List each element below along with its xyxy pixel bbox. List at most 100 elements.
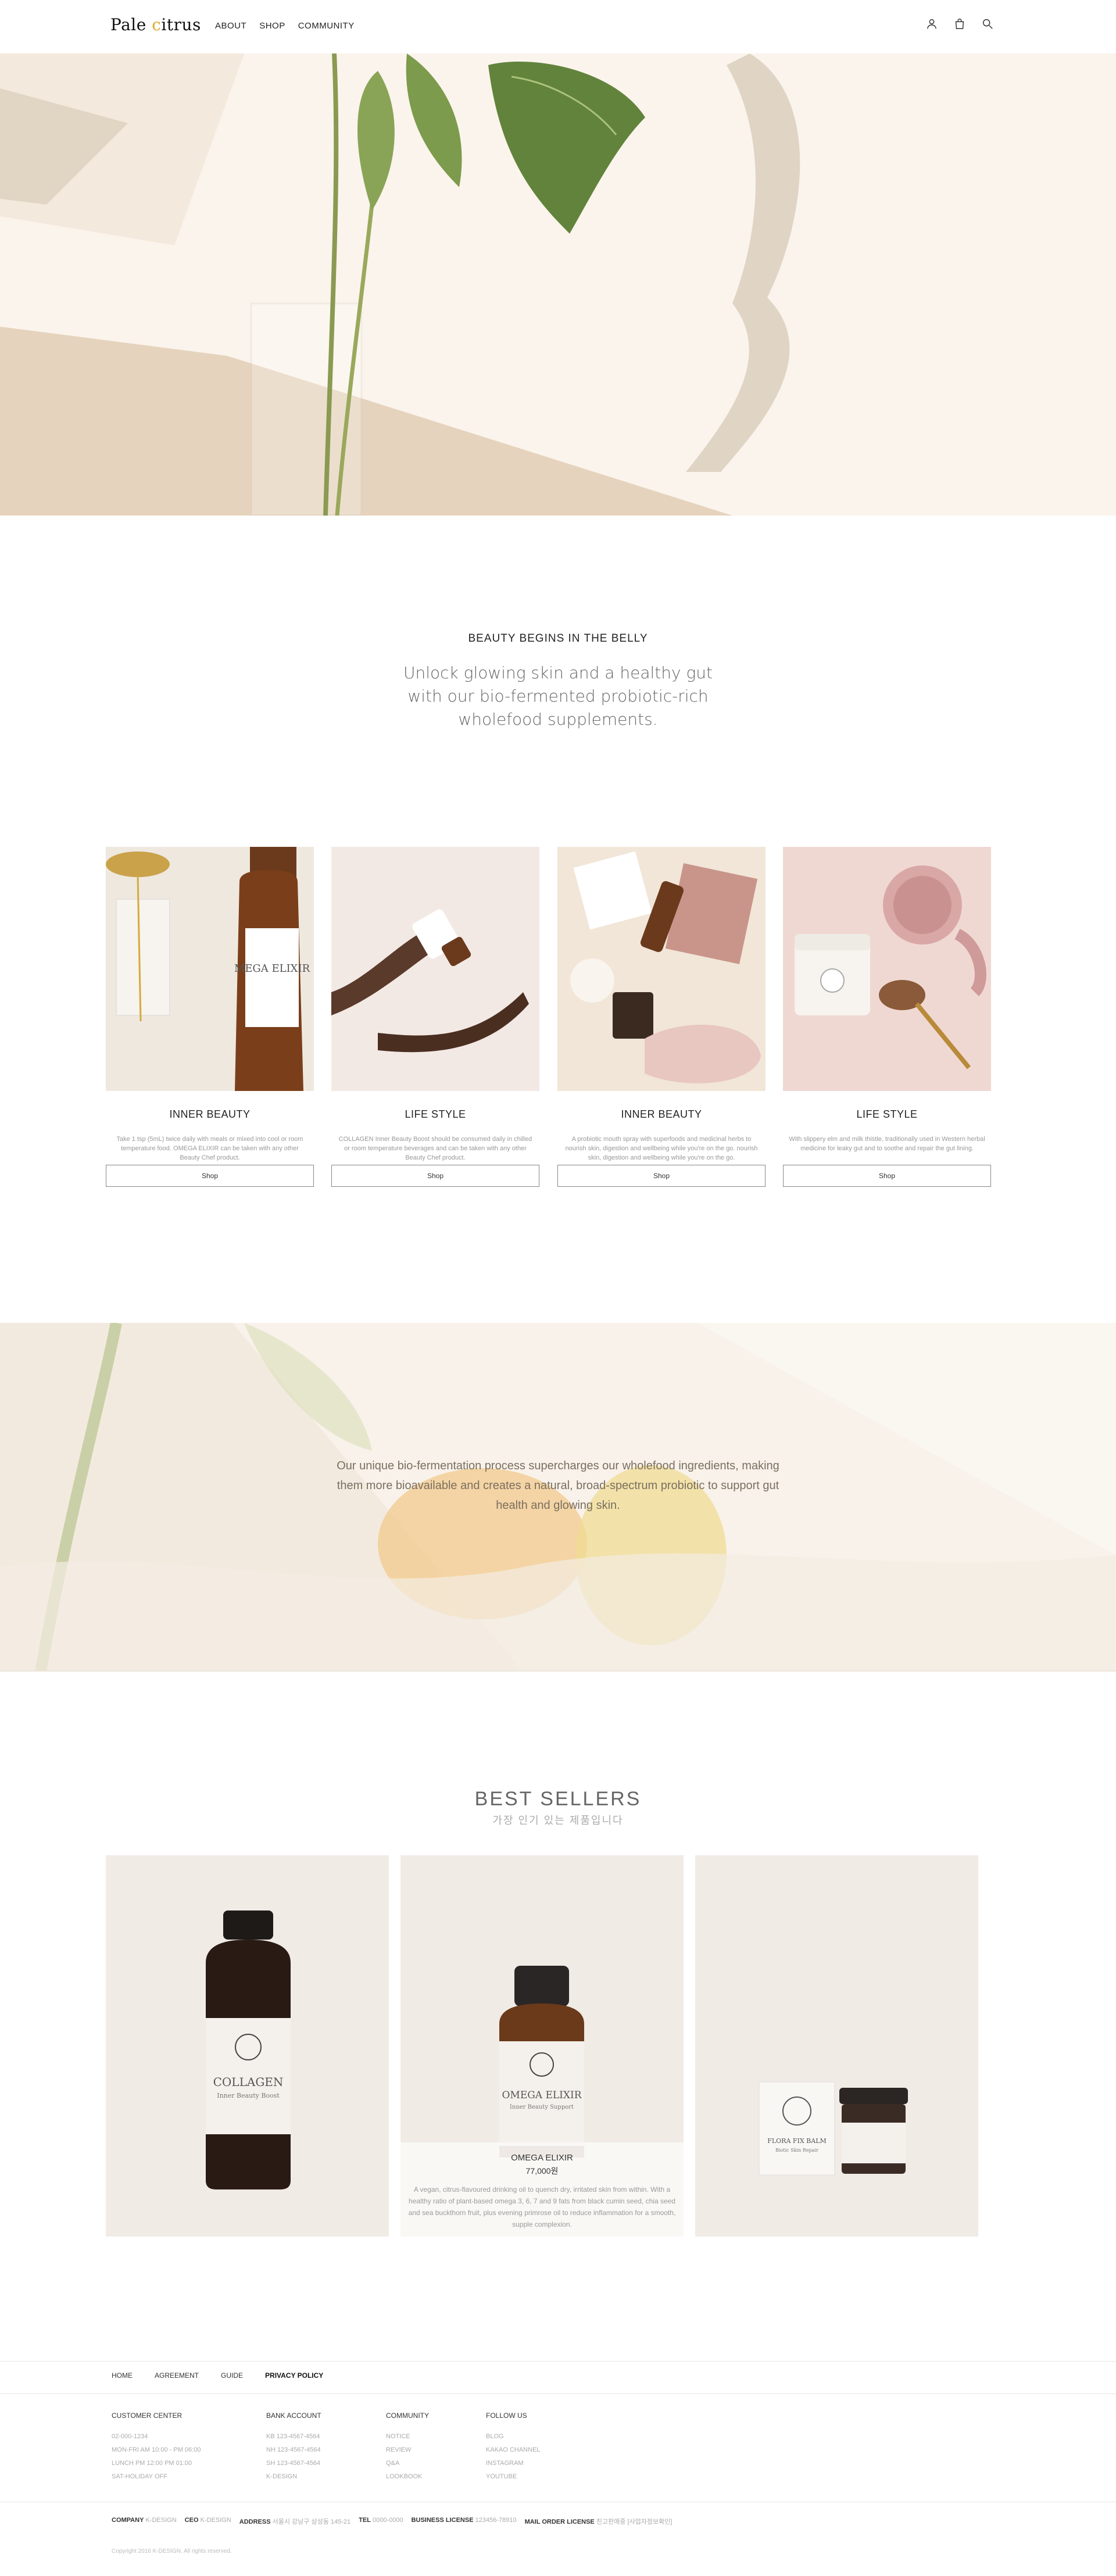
card-image[interactable] — [331, 847, 539, 1091]
footer-nav-home[interactable]: HOME — [112, 2371, 133, 2380]
category-card: INNER BEAUTY A probiotic mouth spray wit… — [557, 847, 766, 1187]
footer-link[interactable]: REVIEW — [386, 2443, 429, 2457]
site-header: Pale citrus ABOUT SHOP COMMUNITY — [0, 0, 1116, 53]
info-value[interactable]: 친고판매중 [사업자정보확인] — [596, 2518, 673, 2525]
footer-col-follow: FOLLOW US BLOG KAKAO CHANNEL INSTAGRAM Y… — [486, 2412, 541, 2484]
product-sublabel: Inner Beauty Boost — [217, 2092, 280, 2099]
shop-button[interactable]: Shop — [783, 1165, 991, 1187]
card-title: INNER BEAUTY — [169, 1108, 251, 1120]
info-value: 123456-78910 — [475, 2517, 517, 2524]
footer-col-line: LUNCH PM 12:00 PM 01:00 — [112, 2460, 192, 2467]
info-value: 서울시 강남구 삼성동 145-21 — [272, 2518, 351, 2525]
category-card: LIFE STYLE COLLAGEN Inner Beauty Boost s… — [331, 847, 539, 1187]
hero-banner — [0, 53, 1116, 516]
product-name: OMEGA ELIXIR — [511, 2153, 573, 2163]
logo-main: Pale — [110, 15, 152, 34]
copyright: Copyright 2016 K-DESIGN. All rights rese… — [112, 2548, 232, 2554]
search-icon[interactable] — [981, 17, 994, 30]
card-desc: With slippery elm and milk thistle, trad… — [789, 1136, 985, 1152]
card-image[interactable] — [557, 847, 766, 1091]
category-cards: MEGA ELIXIR INNER BEAUTY Take 1 tsp (5mL… — [106, 847, 991, 1201]
nav-shop[interactable]: SHOP — [259, 21, 285, 31]
product-image: FLORA FIX BALM Biotic Skin Repair — [695, 1855, 978, 2237]
product-label: OMEGA ELIXIR — [502, 2090, 582, 2101]
shop-button[interactable]: Shop — [331, 1165, 539, 1187]
footer-link[interactable]: BLOG — [486, 2430, 541, 2443]
card-desc: COLLAGEN Inner Beauty Boost should be co… — [338, 1136, 532, 1161]
footer-link[interactable]: KAKAO CHANNEL — [486, 2443, 541, 2457]
footer-nav-privacy[interactable]: PRIVACY POLICY — [265, 2371, 323, 2380]
footer-col-line: K-DESIGN — [266, 2473, 298, 2480]
footer-company-info: COMPANY K-DESIGN CEO K-DESIGN ADDRESS 서울… — [112, 2517, 672, 2526]
user-icon[interactable] — [925, 17, 938, 30]
info-key: MAIL ORDER LICENSE — [524, 2518, 595, 2525]
info-key: ADDRESS — [239, 2518, 271, 2525]
hero-image — [0, 53, 1116, 516]
footer-link[interactable]: Q&A — [386, 2457, 429, 2470]
header-icons — [925, 17, 994, 30]
product-price: 77,000원 — [525, 2166, 559, 2176]
info-value: 0000-0000 — [372, 2517, 403, 2524]
shop-button[interactable]: Shop — [106, 1165, 314, 1187]
card-desc: A probiotic mouth spray with superfoods … — [565, 1136, 758, 1161]
product-card[interactable]: OMEGA ELIXIR Inner Beauty Support OMEGA … — [400, 1855, 684, 2237]
info-value: K-DESIGN — [145, 2517, 177, 2524]
logo[interactable]: Pale citrus — [110, 15, 201, 34]
intro-text: Unlock glowing skin and a healthy gut wi… — [403, 663, 713, 729]
logo-accent: c — [152, 15, 162, 34]
footer-nav-agreement[interactable]: AGREEMENT — [155, 2371, 199, 2380]
footer-col-line: SAT-HOLIDAY OFF — [112, 2473, 167, 2480]
footer-divider — [0, 2361, 1116, 2362]
best-sellers-title: BEST SELLERS — [474, 1788, 642, 1810]
card-title: LIFE STYLE — [856, 1108, 918, 1120]
footer-nav: HOME AGREEMENT GUIDE PRIVACY POLICY — [112, 2371, 323, 2380]
footer-col-customer-center: CUSTOMER CENTER 02-000-1234 MON-FRI AM 1… — [112, 2412, 201, 2484]
card-title: LIFE STYLE — [405, 1108, 466, 1120]
nav-about[interactable]: ABOUT — [215, 21, 246, 31]
footer-col-line: NH 123-4567-4564 — [266, 2446, 321, 2453]
product-sublabel: Biotic Skin Repair — [775, 2148, 818, 2153]
product-card[interactable]: FLORA FIX BALM Biotic Skin Repair — [695, 1855, 978, 2237]
footer-nav-guide[interactable]: GUIDE — [221, 2371, 243, 2380]
intro-title: BEAUTY BEGINS IN THE BELLY — [468, 632, 648, 645]
footer-col-bank: BANK ACCOUNT KB 123-4567-4564 NH 123-456… — [266, 2412, 321, 2484]
card-image[interactable] — [783, 847, 991, 1091]
info-value: K-DESIGN — [200, 2517, 231, 2524]
category-card: LIFE STYLE With slippery elm and milk th… — [783, 847, 991, 1187]
info-key: COMPANY — [112, 2517, 144, 2524]
main-nav: ABOUT SHOP COMMUNITY — [215, 21, 355, 31]
footer-col-title: CUSTOMER CENTER — [112, 2412, 183, 2420]
info-key: BUSINESS LICENSE — [411, 2517, 474, 2524]
footer-col-title: BANK ACCOUNT — [266, 2412, 321, 2420]
footer-col-title: FOLLOW US — [486, 2412, 527, 2420]
info-key: CEO — [184, 2517, 199, 2524]
logo-rest: itrus — [161, 15, 201, 34]
footer-divider — [0, 2393, 1116, 2394]
product-label: FLORA FIX BALM — [767, 2137, 827, 2145]
product-image: COLLAGEN Inner Beauty Boost — [106, 1855, 389, 2237]
category-card: MEGA ELIXIR INNER BEAUTY Take 1 tsp (5mL… — [106, 847, 314, 1187]
footer-col-line: KB 123-4567-4564 — [266, 2433, 320, 2440]
footer-col-title: COMMUNITY — [386, 2412, 429, 2420]
bag-icon[interactable] — [953, 17, 966, 30]
shop-button[interactable]: Shop — [557, 1165, 766, 1187]
product-hover-info: OMEGA ELIXIR 77,000원 A vegan, citrus-fla… — [400, 2142, 684, 2237]
footer-link[interactable]: INSTAGRAM — [486, 2457, 541, 2470]
footer-link[interactable]: NOTICE — [386, 2430, 429, 2443]
product-desc: A vegan, citrus-flavoured drinking oil t… — [408, 2185, 676, 2228]
card-image[interactable]: MEGA ELIXIR — [106, 847, 314, 1091]
product-card[interactable]: COLLAGEN Inner Beauty Boost — [106, 1855, 389, 2237]
card-title: INNER BEAUTY — [621, 1108, 702, 1120]
nav-community[interactable]: COMMUNITY — [298, 21, 355, 31]
footer-link[interactable]: YOUTUBE — [486, 2470, 541, 2484]
footer-col-line: SH 123-4567-4564 — [266, 2460, 320, 2467]
product-label: COLLAGEN — [213, 2075, 284, 2089]
product-sublabel: Inner Beauty Support — [510, 2104, 574, 2110]
footer-col-line: MON-FRI AM 10:00 - PM 06:00 — [112, 2446, 201, 2453]
footer-link[interactable]: LOOKBOOK — [386, 2470, 429, 2484]
footer-col-line: 02-000-1234 — [112, 2433, 148, 2440]
info-key: TEL — [359, 2517, 371, 2524]
banner-text: Our unique bio-fermentation process supe… — [337, 1459, 779, 1512]
best-sellers-subtitle: 가장 인기 있는 제품입니다 — [492, 1815, 624, 1826]
svg-text:MEGA ELIXIR: MEGA ELIXIR — [234, 963, 310, 975]
